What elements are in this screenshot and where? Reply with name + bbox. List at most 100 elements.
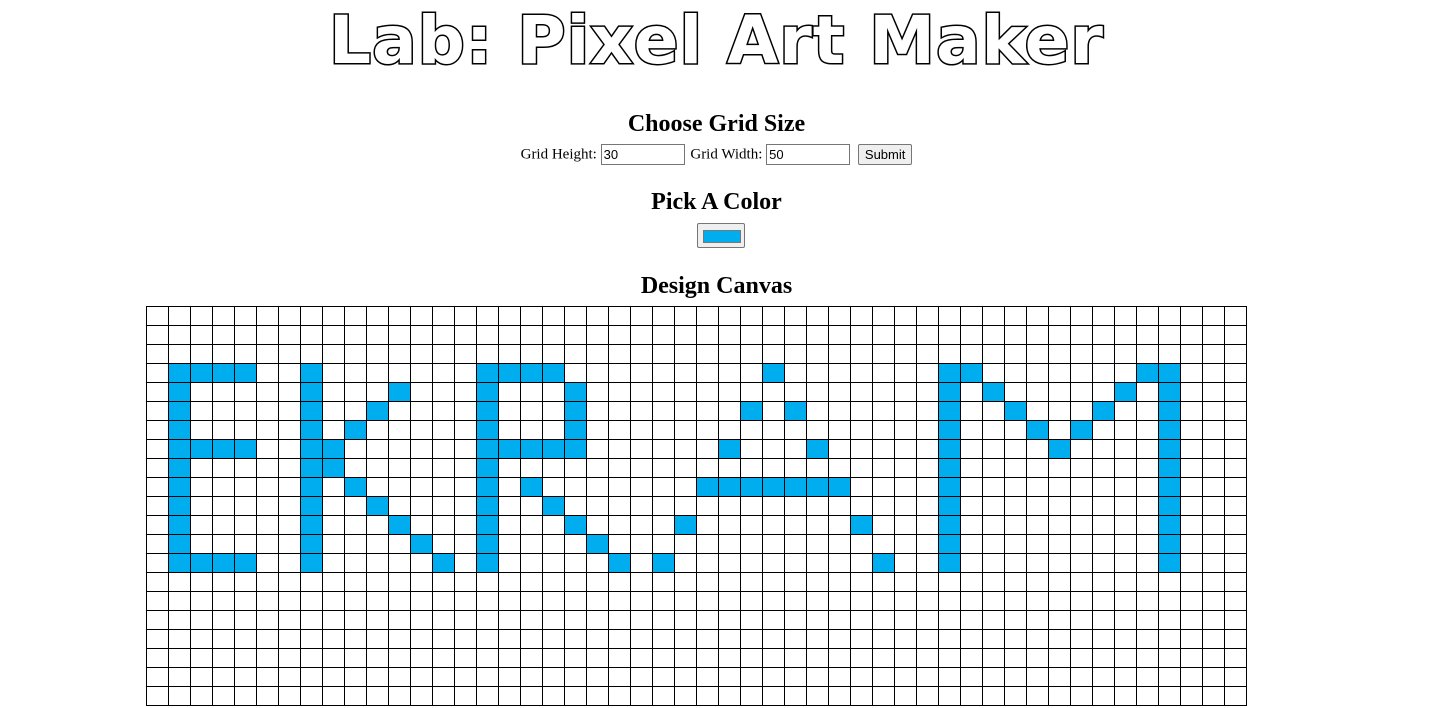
canvas-cell[interactable]	[168, 572, 191, 592]
canvas-cell[interactable]	[630, 477, 653, 497]
canvas-cell[interactable]	[960, 515, 983, 535]
canvas-cell[interactable]	[366, 344, 389, 364]
canvas-cell[interactable]	[146, 401, 169, 421]
canvas-cell[interactable]	[564, 401, 587, 421]
canvas-cell[interactable]	[256, 686, 279, 706]
canvas-cell[interactable]	[300, 477, 323, 497]
canvas-cell[interactable]	[938, 591, 961, 611]
canvas-cell[interactable]	[718, 629, 741, 649]
canvas-cell[interactable]	[344, 306, 367, 326]
canvas-cell[interactable]	[1180, 363, 1203, 383]
canvas-cell[interactable]	[278, 591, 301, 611]
canvas-cell[interactable]	[146, 496, 169, 516]
canvas-cell[interactable]	[454, 325, 477, 345]
canvas-cell[interactable]	[828, 439, 851, 459]
canvas-cell[interactable]	[1026, 534, 1049, 554]
canvas-cell[interactable]	[1070, 401, 1093, 421]
canvas-cell[interactable]	[212, 534, 235, 554]
canvas-cell[interactable]	[1070, 439, 1093, 459]
canvas-cell[interactable]	[432, 610, 455, 630]
canvas-cell[interactable]	[1004, 515, 1027, 535]
canvas-cell[interactable]	[520, 344, 543, 364]
canvas-cell[interactable]	[1092, 591, 1115, 611]
canvas-cell[interactable]	[432, 686, 455, 706]
canvas-cell[interactable]	[234, 629, 257, 649]
canvas-cell[interactable]	[322, 648, 345, 668]
canvas-cell[interactable]	[168, 648, 191, 668]
canvas-cell[interactable]	[520, 591, 543, 611]
canvas-cell[interactable]	[674, 477, 697, 497]
canvas-cell[interactable]	[1180, 477, 1203, 497]
canvas-cell[interactable]	[256, 629, 279, 649]
canvas-cell[interactable]	[960, 363, 983, 383]
canvas-cell[interactable]	[212, 515, 235, 535]
canvas-cell[interactable]	[960, 477, 983, 497]
canvas-cell[interactable]	[212, 686, 235, 706]
canvas-cell[interactable]	[806, 306, 829, 326]
canvas-cell[interactable]	[278, 572, 301, 592]
canvas-cell[interactable]	[146, 534, 169, 554]
canvas-cell[interactable]	[1158, 496, 1181, 516]
canvas-cell[interactable]	[168, 610, 191, 630]
canvas-cell[interactable]	[608, 686, 631, 706]
canvas-cell[interactable]	[1004, 553, 1027, 573]
canvas-cell[interactable]	[586, 515, 609, 535]
canvas-cell[interactable]	[564, 439, 587, 459]
canvas-cell[interactable]	[652, 477, 675, 497]
canvas-cell[interactable]	[1004, 458, 1027, 478]
canvas-cell[interactable]	[872, 534, 895, 554]
canvas-cell[interactable]	[1004, 629, 1027, 649]
canvas-cell[interactable]	[960, 306, 983, 326]
canvas-cell[interactable]	[278, 401, 301, 421]
canvas-cell[interactable]	[388, 496, 411, 516]
canvas-cell[interactable]	[476, 458, 499, 478]
canvas-cell[interactable]	[388, 401, 411, 421]
canvas-cell[interactable]	[366, 363, 389, 383]
grid-width-input[interactable]	[766, 144, 851, 166]
canvas-cell[interactable]	[586, 534, 609, 554]
canvas-cell[interactable]	[652, 363, 675, 383]
canvas-cell[interactable]	[454, 477, 477, 497]
canvas-cell[interactable]	[894, 420, 917, 440]
canvas-cell[interactable]	[674, 515, 697, 535]
canvas-cell[interactable]	[256, 648, 279, 668]
canvas-cell[interactable]	[828, 363, 851, 383]
canvas-cell[interactable]	[454, 496, 477, 516]
canvas-cell[interactable]	[542, 610, 565, 630]
canvas-cell[interactable]	[520, 363, 543, 383]
canvas-cell[interactable]	[762, 534, 785, 554]
canvas-cell[interactable]	[322, 572, 345, 592]
canvas-cell[interactable]	[740, 325, 763, 345]
canvas-cell[interactable]	[300, 629, 323, 649]
canvas-cell[interactable]	[1026, 325, 1049, 345]
canvas-cell[interactable]	[1114, 591, 1137, 611]
canvas-cell[interactable]	[322, 515, 345, 535]
canvas-cell[interactable]	[542, 382, 565, 402]
canvas-cell[interactable]	[366, 515, 389, 535]
canvas-cell[interactable]	[322, 553, 345, 573]
canvas-cell[interactable]	[938, 534, 961, 554]
canvas-cell[interactable]	[674, 382, 697, 402]
canvas-cell[interactable]	[212, 363, 235, 383]
canvas-cell[interactable]	[784, 629, 807, 649]
canvas-cell[interactable]	[322, 420, 345, 440]
canvas-cell[interactable]	[1070, 534, 1093, 554]
canvas-cell[interactable]	[630, 515, 653, 535]
canvas-cell[interactable]	[938, 572, 961, 592]
canvas-cell[interactable]	[828, 382, 851, 402]
canvas-cell[interactable]	[674, 610, 697, 630]
canvas-cell[interactable]	[498, 534, 521, 554]
canvas-cell[interactable]	[762, 591, 785, 611]
canvas-cell[interactable]	[872, 439, 895, 459]
canvas-cell[interactable]	[454, 420, 477, 440]
canvas-cell[interactable]	[1224, 553, 1247, 573]
canvas-cell[interactable]	[432, 648, 455, 668]
canvas-cell[interactable]	[806, 553, 829, 573]
canvas-cell[interactable]	[696, 401, 719, 421]
canvas-cell[interactable]	[542, 629, 565, 649]
canvas-cell[interactable]	[1114, 458, 1137, 478]
canvas-cell[interactable]	[1114, 496, 1137, 516]
canvas-cell[interactable]	[498, 325, 521, 345]
canvas-cell[interactable]	[1224, 363, 1247, 383]
canvas-cell[interactable]	[1048, 629, 1071, 649]
